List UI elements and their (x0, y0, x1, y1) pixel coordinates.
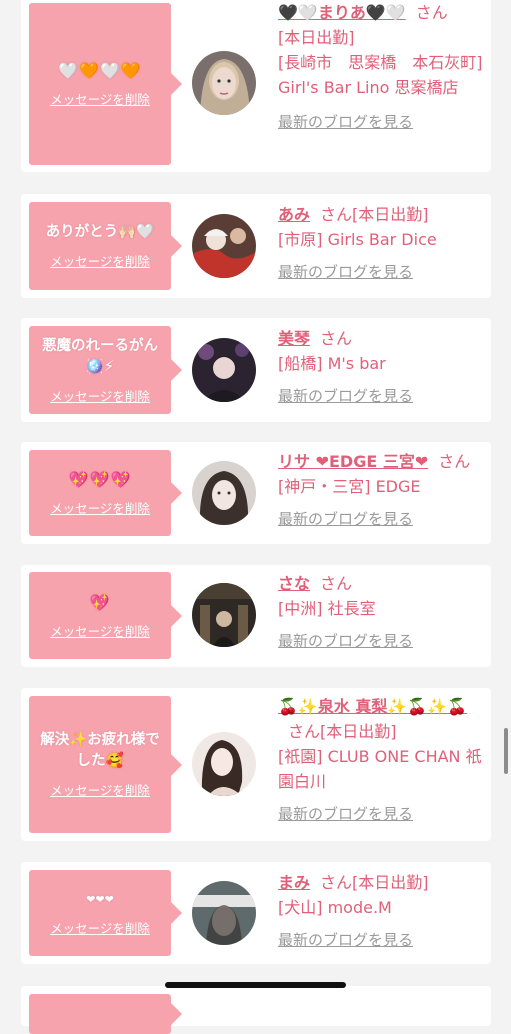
avatar[interactable] (192, 51, 256, 115)
message-box: 💖 メッセージを削除 (29, 572, 182, 659)
message-box: 悪魔のれーるがん🪩⚡ メッセージを削除 (29, 326, 182, 414)
shop-name: [長崎市 思案橋 本石灰町] Girl's Bar Lino 思案橋店 (278, 53, 483, 97)
shop-name: [市原] Girls Bar Dice (278, 230, 437, 249)
shop-name: [中洲] 社長室 (278, 599, 376, 618)
message-text: 💖 (89, 592, 111, 612)
message-text: ありがとう🙌🏻🤍 (45, 224, 155, 240)
delete-message-link[interactable]: メッセージを削除 (50, 918, 150, 937)
message-text: 悪魔のれーるがん🪩⚡ (42, 337, 158, 375)
avatar[interactable] (192, 461, 256, 525)
message-text: 解決✨お疲れ様でした🥰 (40, 732, 160, 769)
delete-message-link[interactable]: メッセージを削除 (50, 498, 150, 517)
profile-info: あみ さん[本日出勤] [市原] Girls Bar Dice 最新のブログを見る (278, 202, 488, 285)
message-text: 💖💖💖 (68, 470, 132, 489)
delete-message-link[interactable]: メッセージを削除 (50, 780, 150, 799)
delete-message-link[interactable]: メッセージを削除 (50, 89, 150, 108)
girl-name-link[interactable]: 美琴 (278, 329, 310, 348)
profile-info: 🍒✨泉水 真梨✨🍒✨🍒 さん[本日出勤] [祇園] CLUB ONE CHAN 祇… (278, 694, 488, 827)
message-card (21, 986, 491, 1034)
delete-message-link[interactable]: メッセージを削除 (50, 251, 150, 270)
latest-blog-link[interactable]: 最新のブログを見る (278, 507, 508, 532)
honorific: さん (288, 722, 321, 741)
honorific: さん (415, 3, 448, 22)
message-card: ❤❤❤ メッセージを削除 まみ さん[本日出勤] [犬山] mode.M 最新のブ… (21, 862, 491, 964)
latest-blog-link[interactable]: 最新のブログを見る (278, 384, 488, 409)
honorific: さん (320, 574, 353, 593)
latest-blog-link[interactable]: 最新のブログを見る (278, 928, 488, 953)
girl-name-link[interactable]: 🖤🤍まりあ🖤🤍 (278, 3, 406, 22)
profile-info: さな さん [中洲] 社長室 最新のブログを見る (278, 571, 488, 654)
message-text: ❤❤❤ (86, 893, 114, 906)
latest-blog-link[interactable]: 最新のブログを見る (278, 802, 488, 827)
girl-name-link[interactable]: 🍒✨泉水 真梨✨🍒✨🍒 (278, 697, 467, 716)
honorific: さん (438, 452, 471, 471)
message-card: 🤍🧡🤍🧡 メッセージを削除 🖤🤍まりあ🖤🤍 さん [本日出勤] [長崎市 思案橋 … (21, 0, 491, 172)
avatar[interactable] (192, 338, 256, 402)
message-box: 💖💖💖 メッセージを削除 (29, 450, 182, 536)
message-text: 🤍🧡🤍🧡 (58, 61, 142, 80)
work-status: [本日出勤] (320, 722, 397, 741)
latest-blog-link[interactable]: 最新のブログを見る (278, 260, 488, 285)
latest-blog-link[interactable]: 最新のブログを見る (278, 110, 488, 135)
shop-name: [船橋] M's bar (278, 354, 386, 373)
profile-info: まみ さん[本日出勤] [犬山] mode.M 最新のブログを見る (278, 870, 488, 953)
avatar[interactable] (192, 881, 256, 945)
profile-info: 🖤🤍まりあ🖤🤍 さん [本日出勤] [長崎市 思案橋 本石灰町] Girl's B… (278, 0, 488, 135)
honorific: さん (320, 205, 353, 224)
girl-name-link[interactable]: まみ (278, 873, 310, 892)
avatar[interactable] (192, 732, 256, 796)
profile-info: リサ ❤EDGE 三宮❤ さん [神戸・三宮] EDGE 最新のブログを見る (278, 449, 508, 532)
honorific: さん (320, 873, 353, 892)
delete-message-link[interactable]: メッセージを削除 (50, 621, 150, 640)
girl-name-link[interactable]: リサ ❤EDGE 三宮❤ (278, 452, 428, 471)
shop-name: [犬山] mode.M (278, 898, 392, 917)
message-box (29, 994, 182, 1034)
message-card: ありがとう🙌🏻🤍 メッセージを削除 あみ さん[本日出勤] [市原] Girls … (21, 194, 491, 298)
shop-name: [祇園] CLUB ONE CHAN 祇園白川 (278, 747, 482, 791)
scrollbar[interactable] (504, 728, 508, 774)
profile-info: 美琴 さん [船橋] M's bar 最新のブログを見る (278, 326, 488, 409)
latest-blog-link[interactable]: 最新のブログを見る (278, 629, 488, 654)
message-box: 解決✨お疲れ様でした🥰 メッセージを削除 (29, 696, 182, 833)
message-box: ❤❤❤ メッセージを削除 (29, 870, 182, 956)
honorific: さん (320, 329, 353, 348)
message-card: 悪魔のれーるがん🪩⚡ メッセージを削除 美琴 さん [船橋] M's bar 最新… (21, 318, 491, 422)
message-box: 🤍🧡🤍🧡 メッセージを削除 (29, 3, 182, 165)
work-status: [本日出勤] (352, 873, 429, 892)
message-card: 💖 メッセージを削除 さな さん [中洲] 社長室 最新のブログを見る (21, 565, 491, 667)
work-status: [本日出勤] (352, 205, 429, 224)
girl-name-link[interactable]: さな (278, 574, 310, 593)
delete-message-link[interactable]: メッセージを削除 (50, 386, 150, 405)
work-status: [本日出勤] (278, 28, 355, 47)
home-indicator[interactable] (165, 982, 346, 988)
message-card: 💖💖💖 メッセージを削除 リサ ❤EDGE 三宮❤ さん [神戸・三宮] EDGE… (21, 442, 491, 544)
avatar[interactable] (192, 214, 256, 278)
message-box: ありがとう🙌🏻🤍 メッセージを削除 (29, 202, 182, 290)
girl-name-link[interactable]: あみ (278, 205, 310, 224)
avatar[interactable] (192, 583, 256, 647)
shop-name: [神戸・三宮] EDGE (278, 477, 421, 496)
message-card: 解決✨お疲れ様でした🥰 メッセージを削除 🍒✨泉水 真梨✨🍒✨🍒 さん[本日出勤]… (21, 688, 491, 841)
